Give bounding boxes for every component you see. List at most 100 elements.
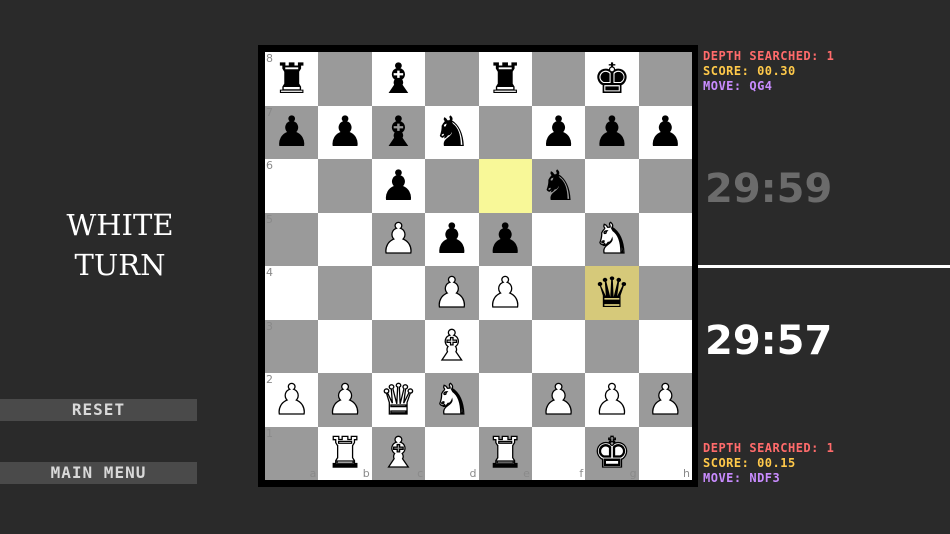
- square-a5[interactable]: 5: [265, 212, 319, 266]
- square-f6[interactable]: ♞: [531, 159, 586, 213]
- square-c7[interactable]: ♝: [371, 105, 426, 159]
- square-g3[interactable]: [585, 319, 639, 373]
- square-a7[interactable]: 7 ♟: [265, 105, 319, 159]
- square-c3[interactable]: [371, 319, 426, 373]
- white-pawn-icon[interactable]: ♟: [539, 378, 578, 421]
- square-f2[interactable]: ♟: [531, 373, 586, 427]
- black-rook-icon[interactable]: ♜: [486, 57, 524, 100]
- square-h8[interactable]: [638, 52, 692, 106]
- white-bishop-icon[interactable]: ♝: [379, 431, 418, 474]
- square-h5[interactable]: [638, 212, 692, 266]
- square-d3[interactable]: ♝: [425, 319, 479, 373]
- white-bishop-icon[interactable]: ♝: [432, 324, 471, 367]
- white-rook-icon[interactable]: ♜: [326, 431, 365, 474]
- square-a4[interactable]: 4: [265, 266, 319, 320]
- square-c4[interactable]: [371, 266, 426, 320]
- white-pawn-icon[interactable]: ♟: [326, 378, 365, 421]
- square-d1[interactable]: d: [425, 426, 479, 480]
- white-queen-icon[interactable]: ♛: [379, 378, 418, 421]
- black-king-icon[interactable]: ♚: [593, 57, 631, 100]
- square-c8[interactable]: ♝: [371, 52, 426, 106]
- white-pawn-icon[interactable]: ♟: [272, 378, 311, 421]
- square-h4[interactable]: [638, 266, 692, 320]
- square-f7[interactable]: ♟: [531, 105, 586, 159]
- black-knight-icon[interactable]: ♞: [540, 164, 578, 207]
- black-pawn-icon[interactable]: ♟: [540, 111, 578, 153]
- square-e7[interactable]: [478, 105, 532, 159]
- black-pawn-icon[interactable]: ♟: [326, 111, 364, 153]
- white-king-icon[interactable]: ♚: [592, 431, 631, 474]
- square-d7[interactable]: ♞: [425, 105, 479, 159]
- square-f5[interactable]: [531, 212, 586, 266]
- square-e5[interactable]: ♟: [478, 212, 532, 266]
- square-c6[interactable]: ♟: [371, 159, 426, 213]
- reset-button[interactable]: RESET: [0, 399, 197, 421]
- square-d5[interactable]: ♟: [425, 212, 479, 266]
- square-e6[interactable]: [478, 159, 532, 213]
- square-g6[interactable]: [585, 159, 639, 213]
- main-menu-button[interactable]: MAIN MENU: [0, 462, 197, 484]
- square-e4[interactable]: ♟: [478, 266, 532, 320]
- black-pawn-icon[interactable]: ♟: [646, 111, 684, 153]
- square-h2[interactable]: ♟: [638, 373, 692, 427]
- square-d4[interactable]: ♟: [425, 266, 479, 320]
- black-pawn-icon[interactable]: ♟: [593, 111, 631, 153]
- square-c1[interactable]: c ♝: [371, 426, 426, 480]
- black-bishop-icon[interactable]: ♝: [380, 57, 418, 100]
- square-f8[interactable]: [531, 52, 586, 106]
- white-knight-icon[interactable]: ♞: [432, 378, 471, 421]
- square-f3[interactable]: [531, 319, 586, 373]
- square-a1[interactable]: 1a: [265, 426, 319, 480]
- square-d2[interactable]: ♞: [425, 373, 479, 427]
- square-a6[interactable]: 6: [265, 159, 319, 213]
- square-a2[interactable]: 2 ♟: [265, 373, 319, 427]
- black-pawn-icon[interactable]: ♟: [273, 111, 311, 153]
- square-c5[interactable]: ♟: [371, 212, 426, 266]
- white-rook-icon[interactable]: ♜: [486, 431, 525, 474]
- white-pawn-icon[interactable]: ♟: [646, 378, 685, 421]
- square-d8[interactable]: [425, 52, 479, 106]
- square-h6[interactable]: [638, 159, 692, 213]
- black-pawn-icon[interactable]: ♟: [486, 218, 524, 260]
- square-g5[interactable]: ♞: [585, 212, 639, 266]
- square-b4[interactable]: [318, 266, 372, 320]
- square-a3[interactable]: 3: [265, 319, 319, 373]
- white-pawn-icon[interactable]: ♟: [486, 271, 525, 314]
- square-g8[interactable]: ♚: [585, 52, 639, 106]
- square-g2[interactable]: ♟: [585, 373, 639, 427]
- square-a8[interactable]: 8 ♜: [265, 52, 319, 106]
- black-bishop-icon[interactable]: ♝: [380, 111, 418, 153]
- square-g1[interactable]: g ♚: [585, 426, 639, 480]
- square-h1[interactable]: h: [638, 426, 692, 480]
- black-pawn-icon[interactable]: ♟: [433, 218, 471, 260]
- square-c2[interactable]: ♛: [371, 373, 426, 427]
- black-queen-icon[interactable]: ♛: [593, 271, 631, 314]
- black-knight-icon[interactable]: ♞: [433, 111, 471, 153]
- chess-board[interactable]: 8 ♜ ♝ ♜ ♚ 7 ♟ ♟ ♝ ♞ ♟ ♟ ♟ 6 ♟ ♞ 5 ♟ ♟ ♟ ♞ 4 ♟ ♟ ♛ 3 ♝ 2 ♟ ♟ ♛ ♞ ♟ ♟ ♟ 1 a b ♜ c…: [265, 52, 692, 480]
- square-b5[interactable]: [318, 212, 372, 266]
- square-f4[interactable]: [531, 266, 586, 320]
- square-g4[interactable]: ♛: [585, 266, 639, 320]
- rank-label: 2: [266, 373, 273, 386]
- white-pawn-icon[interactable]: ♟: [432, 271, 471, 314]
- square-e2[interactable]: [478, 373, 532, 427]
- white-knight-icon[interactable]: ♞: [592, 217, 631, 260]
- square-b8[interactable]: [318, 52, 372, 106]
- square-h7[interactable]: ♟: [638, 105, 692, 159]
- square-e3[interactable]: [478, 319, 532, 373]
- square-b7[interactable]: ♟: [318, 105, 372, 159]
- square-b2[interactable]: ♟: [318, 373, 372, 427]
- square-g7[interactable]: ♟: [585, 105, 639, 159]
- square-h3[interactable]: [638, 319, 692, 373]
- black-pawn-icon[interactable]: ♟: [380, 164, 418, 207]
- square-b6[interactable]: [318, 159, 372, 213]
- square-b1[interactable]: b ♜: [318, 426, 372, 480]
- white-pawn-icon[interactable]: ♟: [379, 217, 418, 260]
- square-e8[interactable]: ♜: [478, 52, 532, 106]
- black-rook-icon[interactable]: ♜: [273, 57, 311, 100]
- square-b3[interactable]: [318, 319, 372, 373]
- square-e1[interactable]: e ♜: [478, 426, 532, 480]
- square-d6[interactable]: [425, 159, 479, 213]
- white-pawn-icon[interactable]: ♟: [592, 378, 631, 421]
- square-f1[interactable]: f: [531, 426, 586, 480]
